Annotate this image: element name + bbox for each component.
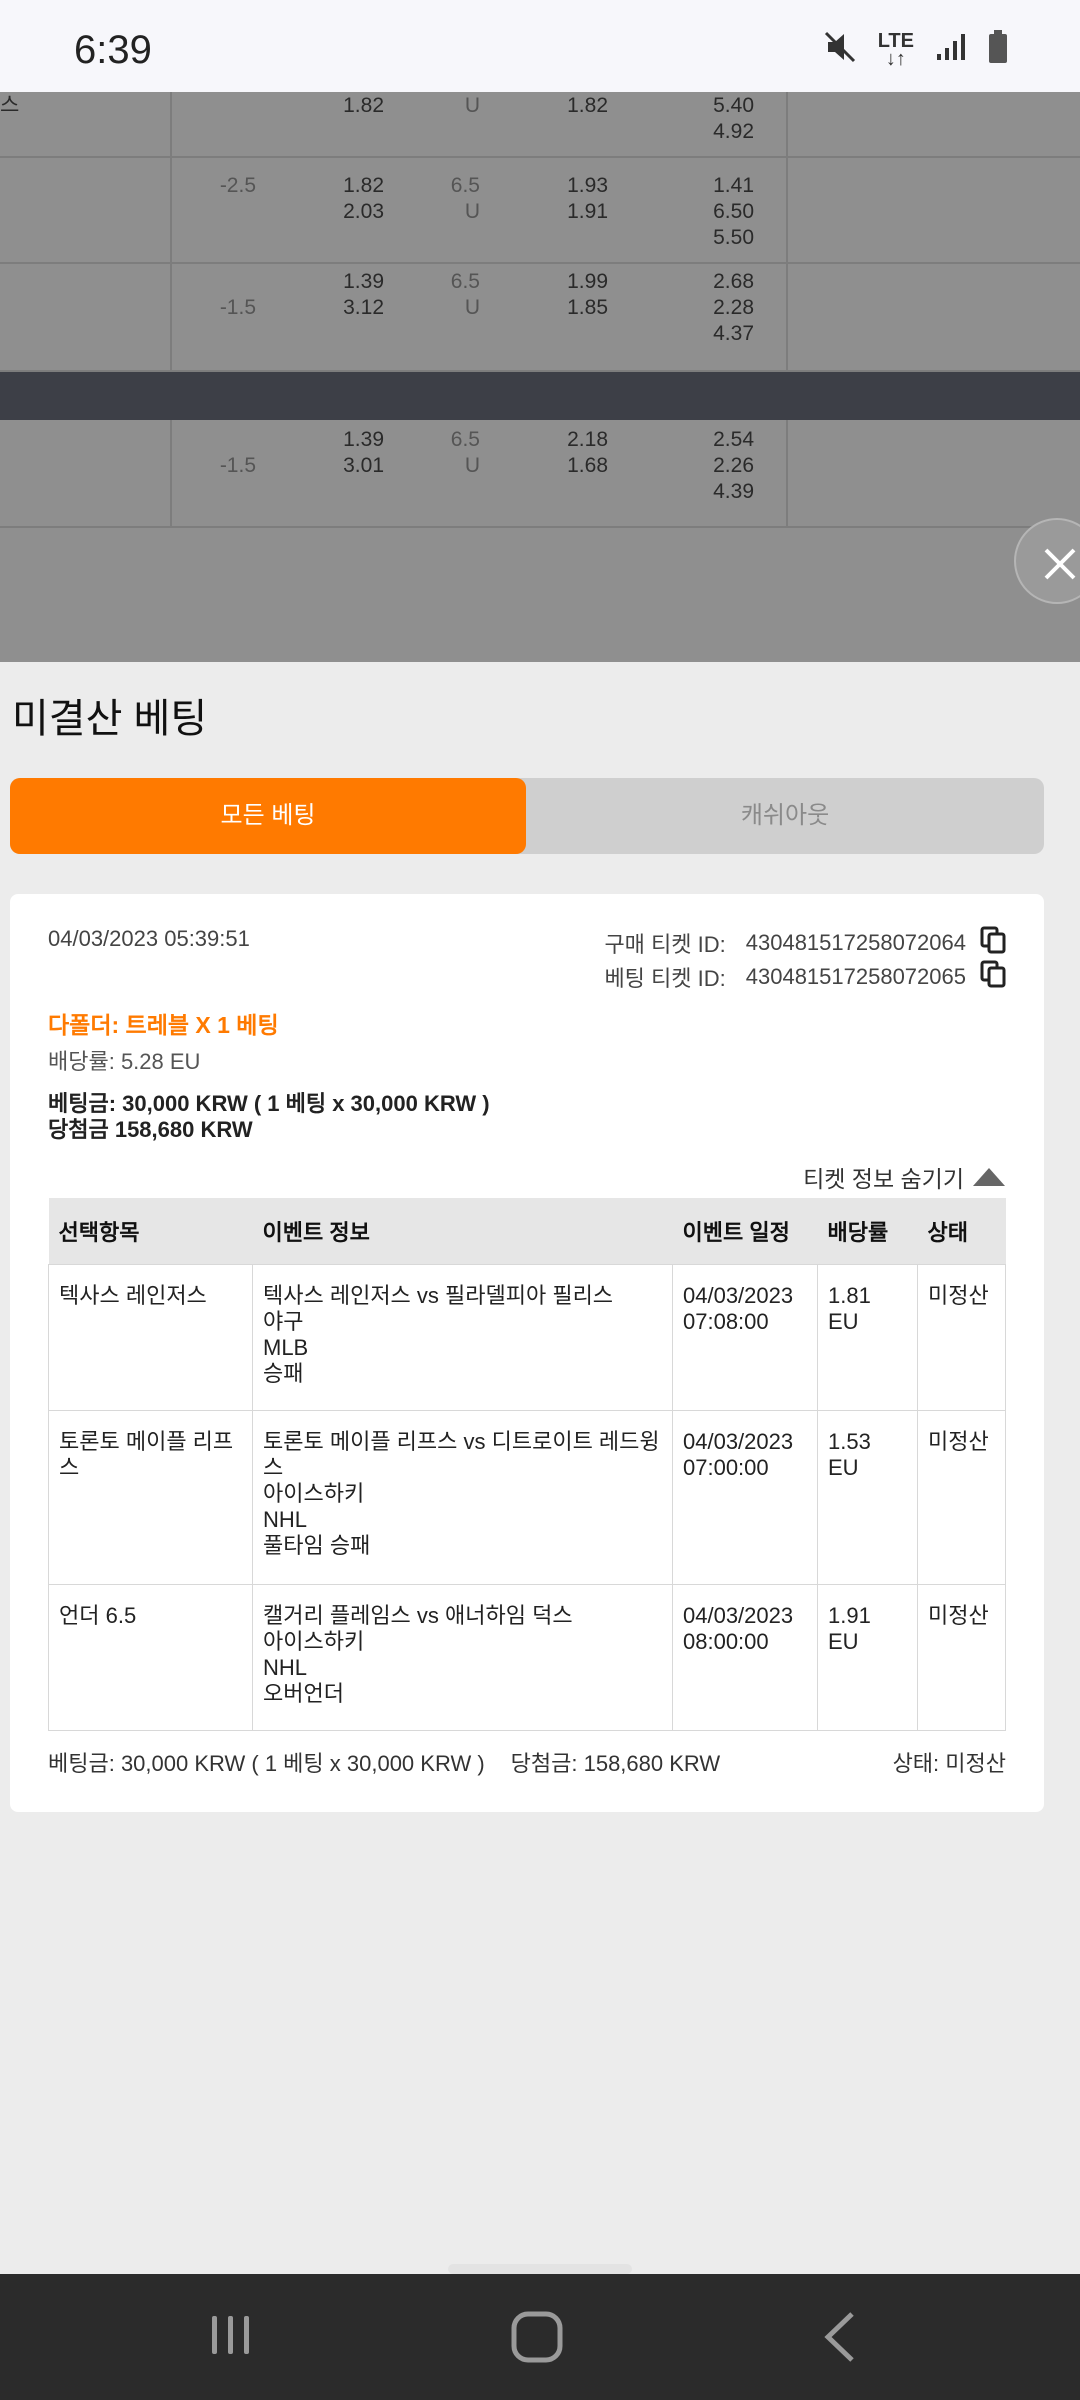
bet-win: 당첨금 158,680 KRW	[48, 1117, 253, 1142]
table-row: 텍사스 레인저스 텍사스 레인저스 vs 필라델피아 필리스 야구 MLB 승패…	[48, 1263, 1006, 1411]
ticket-footer: 베팅금: 30,000 KRW ( 1 베팅 x 30,000 KRW ) 당첨…	[48, 1746, 1006, 1778]
selection-cell: 텍사스 레인저스	[48, 1263, 253, 1411]
footer-status: 상태: 미정산	[892, 1751, 1006, 1776]
header-status: 상태	[917, 1198, 1006, 1264]
status-icons: LTE ↓↑	[824, 30, 1008, 69]
bet-ticket-card: 04/03/2023 05:39:51 구매 티켓 ID: 4304815172…	[10, 894, 1044, 1812]
hide-ticket-info-label: 티켓 정보 숨기기	[803, 1166, 964, 1192]
bg-row: 1.39 -1.5 3.01 6.5 U 2.18 1.68 2.54 2.26…	[0, 420, 1080, 528]
copy-icon[interactable]	[980, 960, 1006, 994]
triangle-up-icon	[973, 1168, 1005, 1186]
tab-all-bets[interactable]: 모든 베팅	[10, 778, 526, 854]
purchase-id-value: 430481517258072064	[745, 930, 966, 955]
bet-type: 다폴더: 트레블 X 1 베팅	[48, 1012, 279, 1038]
status-cell: 미정산	[917, 1409, 1006, 1585]
recent-apps-icon[interactable]	[206, 2310, 256, 2365]
ticket-ids: 구매 티켓 ID: 430481517258072064 베팅 티켓 ID: 4…	[604, 926, 1006, 994]
selections-table: 선택항목 이벤트 정보 이벤트 일정 배당률 상태 텍사스 레인저스 텍사스 레…	[48, 1198, 1006, 1731]
sheet-drag-handle[interactable]	[448, 2264, 632, 2274]
footer-win: 당첨금: 158,680 KRW	[510, 1751, 721, 1776]
bg-row: 스 1.82 U 1.82 5.40 4.92	[0, 92, 1080, 158]
home-icon[interactable]	[510, 2310, 564, 2369]
background-odds-table: 스 1.82 U 1.82 5.40 4.92 -2.5 1.82 2.03 6…	[0, 92, 1080, 662]
close-icon	[1044, 548, 1076, 580]
selection-cell: 언더 6.5	[48, 1583, 253, 1731]
table-row: 언더 6.5 캘거리 플레임스 vs 애너하임 덕스 아이스하키 NHL 오버언…	[48, 1583, 1006, 1731]
purchase-id-label: 구매 티켓 ID:	[604, 932, 726, 957]
odds-cell: 1.81 EU	[817, 1263, 918, 1411]
tab-cashout[interactable]: 캐쉬아웃	[526, 778, 1044, 854]
schedule-cell: 04/03/2023 07:00:00	[672, 1409, 818, 1585]
table-row: 토론토 메이플 리프스 토론토 메이플 리프스 vs 디트로이트 레드윙스 아이…	[48, 1409, 1006, 1585]
battery-icon	[988, 30, 1008, 69]
bet-id-label: 베팅 티켓 ID:	[604, 966, 726, 991]
schedule-cell: 04/03/2023 08:00:00	[672, 1583, 818, 1731]
system-nav-bar	[0, 2274, 1080, 2400]
odds-cell: 1.53 EU	[817, 1409, 918, 1585]
copy-icon[interactable]	[980, 926, 1006, 960]
header-selection: 선택항목	[48, 1198, 253, 1264]
schedule-cell: 04/03/2023 07:08:00	[672, 1263, 818, 1411]
status-time: 6:39	[74, 28, 152, 72]
lte-icon: LTE ↓↑	[877, 29, 914, 70]
header-odds: 배당률	[817, 1198, 918, 1264]
status-bar: 6:39 LTE ↓↑	[0, 0, 1080, 92]
unsettled-bets-sheet: 미결산 베팅 모든 베팅 캐쉬아웃 04/03/2023 05:39:51 구매…	[0, 662, 1080, 2274]
signal-icon	[936, 32, 966, 67]
status-cell: 미정산	[917, 1583, 1006, 1731]
odds-cell: 1.91 EU	[817, 1583, 918, 1731]
ticket-date: 04/03/2023 05:39:51	[48, 926, 250, 951]
bg-row: 1.39 -1.5 3.12 6.5 U 1.99 1.85 2.68 2.28…	[0, 264, 1080, 372]
back-icon[interactable]	[820, 2310, 860, 2369]
sheet-title: 미결산 베팅	[12, 697, 208, 741]
event-cell: 텍사스 레인저스 vs 필라델피아 필리스 야구 MLB 승패	[252, 1263, 673, 1411]
bet-odds: 배당률: 5.28 EU	[48, 1049, 201, 1074]
bet-tabs: 모든 베팅 캐쉬아웃	[10, 778, 1044, 854]
footer-stake: 베팅금: 30,000 KRW ( 1 베팅 x 30,000 KRW )	[48, 1751, 485, 1776]
event-cell: 캘거리 플레임스 vs 애너하임 덕스 아이스하키 NHL 오버언더	[252, 1583, 673, 1731]
hide-ticket-info-toggle[interactable]: 티켓 정보 숨기기	[803, 1160, 1006, 1194]
bg-section-header	[0, 372, 1080, 420]
header-schedule: 이벤트 일정	[672, 1198, 818, 1264]
event-cell: 토론토 메이플 리프스 vs 디트로이트 레드윙스 아이스하키 NHL 풀타임 …	[252, 1409, 673, 1585]
header-event-info: 이벤트 정보	[252, 1198, 673, 1264]
selection-cell: 토론토 메이플 리프스	[48, 1409, 253, 1585]
bg-row: -2.5 1.82 2.03 6.5 U 1.93 1.91 1.41 6.50…	[0, 158, 1080, 264]
mute-icon	[824, 30, 856, 69]
status-cell: 미정산	[917, 1263, 1006, 1411]
bet-id-value: 430481517258072065	[745, 964, 966, 989]
